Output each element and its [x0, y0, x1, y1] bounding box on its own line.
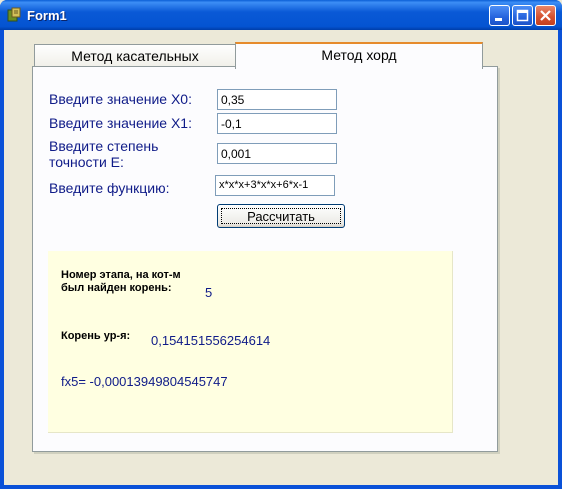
function-input[interactable]: x*x*x+3*x*x+6*x-1: [215, 175, 335, 196]
tab-chord-method[interactable]: Метод хорд: [235, 42, 483, 69]
precision-label-line2: точности E:: [49, 154, 124, 170]
fx-result: fx5= -0,00013949804545747: [61, 374, 228, 389]
function-label: Введите функцию:: [49, 180, 170, 196]
root-value: 0,154151556254614: [151, 333, 271, 348]
maximize-button[interactable]: [512, 5, 533, 26]
x1-input[interactable]: -0,1: [217, 113, 337, 134]
close-icon: [540, 10, 551, 21]
window-frame-bottom: [0, 485, 562, 489]
window-title: Form1: [27, 8, 67, 23]
app-icon: [7, 7, 21, 22]
tab-tangent-method[interactable]: Метод касательных: [34, 44, 236, 66]
precision-input[interactable]: 0,001: [217, 143, 337, 164]
title-bar[interactable]: Form1: [0, 0, 562, 30]
x1-label: Введите значение X1:: [49, 115, 192, 131]
precision-label-line1: Введите степень: [49, 138, 159, 154]
calculate-button[interactable]: Рассчитать: [217, 204, 345, 228]
minimize-icon: [495, 18, 502, 21]
x0-label: Введите значение X0:: [49, 91, 192, 107]
step-label-line1: Номер этапа, на кот-м: [61, 269, 181, 281]
minimize-button[interactable]: [489, 5, 510, 26]
x0-input[interactable]: 0,35: [217, 89, 337, 110]
result-panel: Номер этапа, на кот-м был найден корень:…: [48, 251, 453, 433]
step-label-line2: был найден корень:: [61, 282, 172, 294]
close-button[interactable]: [535, 5, 556, 26]
app-window: Form1 Метод касательных Метод хорд Введи…: [0, 0, 562, 489]
calculate-button-label: Рассчитать: [221, 208, 341, 224]
form-client-area: Метод касательных Метод хорд Введите зна…: [4, 30, 558, 485]
step-value: 5: [205, 285, 213, 300]
root-label: Корень ур-я:: [61, 330, 131, 342]
maximize-icon: [516, 9, 529, 22]
